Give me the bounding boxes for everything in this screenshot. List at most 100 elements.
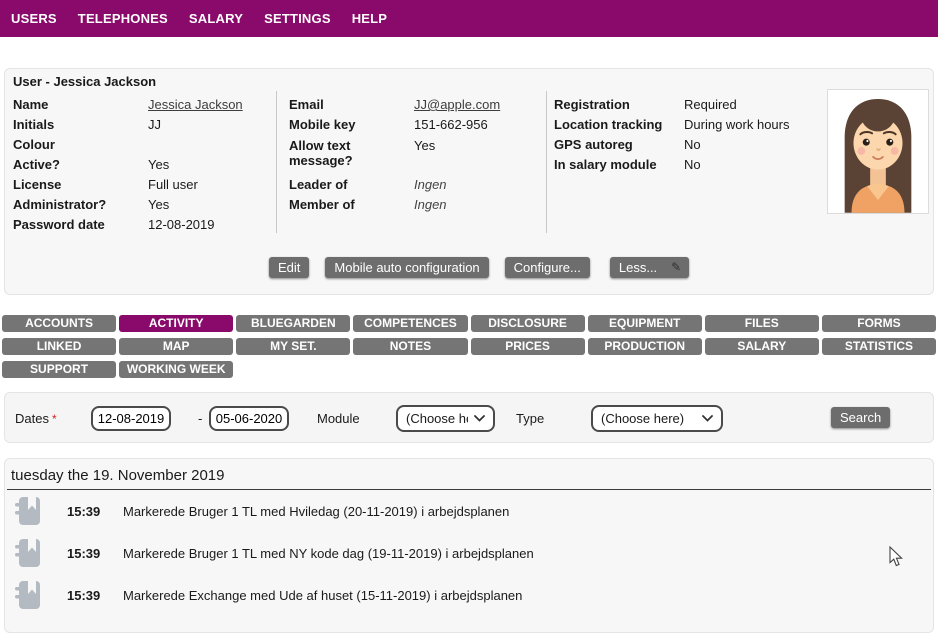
field-row: Initials JJ [13, 115, 243, 135]
field-row: GPS autoreg No [554, 135, 790, 155]
log-entry: 15:39 Markerede Bruger 1 TL med Hviledag… [5, 490, 933, 532]
mobile-auto-configuration-button[interactable]: Mobile auto configuration [325, 257, 488, 278]
field-label: Location tracking [554, 115, 684, 135]
field-row: License Full user [13, 175, 243, 195]
tab-statistics[interactable]: STATISTICS [822, 338, 936, 355]
tab-working-week[interactable]: WORKING WEEK [119, 361, 233, 378]
field-label: Colour [13, 135, 148, 155]
tab-production[interactable]: PRODUCTION [588, 338, 702, 355]
date-to-input[interactable] [209, 406, 289, 431]
nav-item-telephones[interactable]: TELEPHONES [78, 11, 168, 26]
tab-support[interactable]: SUPPORT [2, 361, 116, 378]
tab-equipment[interactable]: EQUIPMENT [588, 315, 702, 332]
tab-prices[interactable]: PRICES [471, 338, 585, 355]
field-label: In salary module [554, 155, 684, 175]
pencil-icon: ✎ [671, 260, 681, 274]
user-name-link[interactable]: Jessica Jackson [148, 95, 243, 115]
chevron-down-icon [702, 415, 713, 422]
tab-files[interactable]: FILES [705, 315, 819, 332]
nav-item-settings[interactable]: SETTINGS [264, 11, 331, 26]
field-row: Password date 12-08-2019 [13, 215, 243, 235]
user-fields-column-1: Name Jessica Jackson Initials JJ Colour … [13, 95, 243, 235]
module-label: Module [317, 393, 360, 444]
tab-map[interactable]: MAP [119, 338, 233, 355]
module-select-value: (Choose here) [406, 411, 468, 426]
field-row: Registration Required [554, 95, 790, 115]
field-row: Active? Yes [13, 155, 243, 175]
module-select[interactable]: (Choose here) [396, 405, 495, 432]
log-date-header: tuesday the 19. November 2019 [7, 459, 931, 490]
column-divider [546, 91, 547, 233]
column-divider [276, 91, 277, 233]
configure-button[interactable]: Configure... [505, 257, 590, 278]
date-from-input[interactable] [91, 406, 171, 431]
log-entry-time: 15:39 [67, 504, 111, 519]
field-label: Initials [13, 115, 148, 135]
tab-linked-accounts[interactable]: LINKED ACCOUNTS [2, 338, 116, 355]
field-value: JJ [148, 115, 161, 135]
field-value: 151-662-956 [414, 115, 488, 135]
field-value: Yes [148, 195, 169, 215]
tab-salary[interactable]: SALARY [705, 338, 819, 355]
user-detail-panel: User - Jessica Jackson Name Jessica Jack… [4, 68, 934, 295]
main-nav: USERS TELEPHONES SALARY SETTINGS HELP [0, 0, 938, 37]
field-row: In salary module No [554, 155, 790, 175]
tab-my-set[interactable]: MY SET. [236, 338, 350, 355]
field-value: Yes [148, 155, 169, 175]
tab-competences[interactable]: COMPETENCES [353, 315, 467, 332]
activity-filter-bar: Dates* - Module (Choose here) Type (Choo… [4, 392, 934, 443]
field-row: Allow text message? Yes [289, 135, 500, 175]
less-button[interactable]: Less...✎ [610, 257, 689, 278]
avatar-illustration [828, 90, 928, 213]
tab-accounts[interactable]: ACCOUNTS [2, 315, 116, 332]
field-value: Ingen [414, 195, 447, 215]
field-label: Email [289, 95, 414, 115]
field-row: Leader of Ingen [289, 175, 500, 195]
field-row: Name Jessica Jackson [13, 95, 243, 115]
field-label: Mobile key [289, 115, 414, 135]
field-value: Required [684, 95, 737, 115]
app-window: USERS TELEPHONES SALARY SETTINGS HELP Us… [0, 0, 938, 633]
user-email-link[interactable]: JJ@apple.com [414, 95, 500, 115]
edit-button[interactable]: Edit [269, 257, 309, 278]
activity-log-panel: tuesday the 19. November 2019 15:39 Mark… [4, 458, 934, 633]
search-button[interactable]: Search [831, 407, 890, 428]
user-fields-column-3: Registration Required Location tracking … [554, 95, 790, 175]
field-label: Password date [13, 215, 148, 235]
field-row: Location tracking During work hours [554, 115, 790, 135]
date-range-separator: - [198, 393, 202, 444]
nav-item-users[interactable]: USERS [11, 11, 57, 26]
type-select-value: (Choose here) [601, 411, 696, 426]
required-asterisk: * [52, 412, 57, 426]
type-label: Type [516, 393, 544, 444]
journal-icon [15, 496, 41, 526]
page-title: User - Jessica Jackson [13, 74, 156, 89]
field-label: Member of [289, 195, 414, 215]
field-value: Ingen [414, 175, 447, 195]
chevron-down-icon [474, 415, 485, 422]
field-value: 12-08-2019 [148, 215, 215, 235]
dates-label: Dates* [15, 393, 57, 445]
tab-forms[interactable]: FORMS [822, 315, 936, 332]
field-label: Administrator? [13, 195, 148, 215]
nav-item-help[interactable]: HELP [352, 11, 387, 26]
user-actions: Edit Mobile auto configuration Configure… [269, 257, 689, 278]
user-fields-column-2: Email JJ@apple.com Mobile key 151-662-95… [289, 95, 500, 215]
log-entry: 15:39 Markerede Exchange med Ude af huse… [5, 574, 933, 616]
type-select[interactable]: (Choose here) [591, 405, 723, 432]
field-row: Mobile key 151-662-956 [289, 115, 500, 135]
field-row: Email JJ@apple.com [289, 95, 500, 115]
tab-bluegarden[interactable]: BLUEGARDEN [236, 315, 350, 332]
field-row: Administrator? Yes [13, 195, 243, 215]
field-value: Full user [148, 175, 198, 195]
field-row: Member of Ingen [289, 195, 500, 215]
tab-disclosure[interactable]: DISCLOSURE [471, 315, 585, 332]
field-label: Leader of [289, 175, 414, 195]
nav-item-salary[interactable]: SALARY [189, 11, 243, 26]
tab-activity[interactable]: ACTIVITY [119, 315, 233, 332]
journal-icon [15, 580, 41, 610]
tab-notes[interactable]: NOTES [353, 338, 467, 355]
section-tabs: ACCOUNTS ACTIVITY BLUEGARDEN COMPETENCES… [2, 315, 936, 378]
field-label: GPS autoreg [554, 135, 684, 155]
field-label: Name [13, 95, 148, 115]
